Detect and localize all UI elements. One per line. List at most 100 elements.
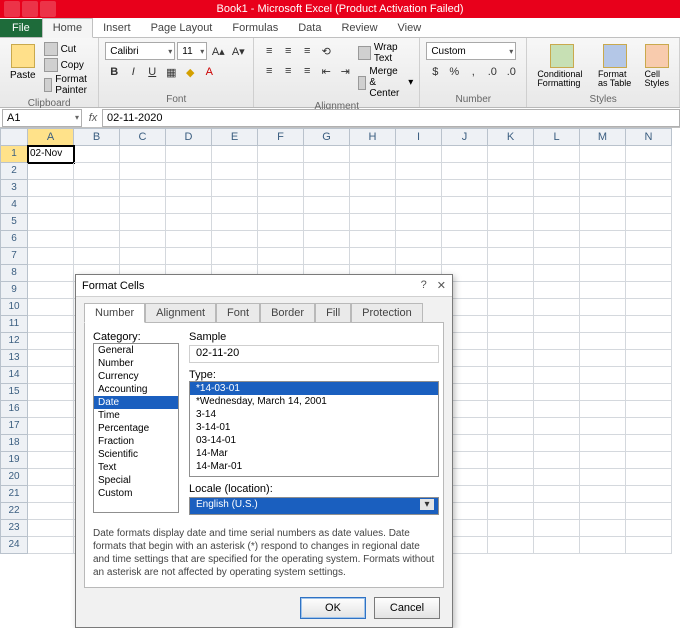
cell[interactable] (626, 418, 672, 435)
ribbon-tab-page-layout[interactable]: Page Layout (141, 19, 223, 37)
category-item[interactable]: Scientific (94, 448, 178, 461)
cell[interactable] (580, 146, 626, 163)
column-header[interactable]: F (258, 128, 304, 146)
cell[interactable] (166, 197, 212, 214)
column-header[interactable]: J (442, 128, 488, 146)
row-header[interactable]: 7 (0, 248, 28, 265)
type-item[interactable]: *Wednesday, March 14, 2001 (190, 395, 438, 408)
column-header[interactable]: B (74, 128, 120, 146)
category-item[interactable]: Time (94, 409, 178, 422)
row-header[interactable]: 20 (0, 469, 28, 486)
cell[interactable] (534, 163, 580, 180)
cell[interactable] (488, 486, 534, 503)
cell[interactable] (74, 180, 120, 197)
format-painter-button[interactable]: Format Painter (44, 74, 93, 96)
cell[interactable] (28, 384, 74, 401)
cell[interactable]: 02-Nov (28, 146, 74, 163)
row-header[interactable]: 9 (0, 282, 28, 299)
row-header[interactable]: 17 (0, 418, 28, 435)
cell[interactable] (580, 265, 626, 282)
increase-decimal-icon[interactable]: .0 (483, 63, 501, 81)
type-item[interactable]: 3-14-01 (190, 421, 438, 434)
row-header[interactable]: 4 (0, 197, 28, 214)
orientation-icon[interactable]: ⟲ (317, 42, 335, 60)
column-header[interactable]: H (350, 128, 396, 146)
cell[interactable] (442, 163, 488, 180)
cell[interactable] (258, 248, 304, 265)
row-header[interactable]: 18 (0, 435, 28, 452)
cell[interactable] (580, 384, 626, 401)
cell[interactable] (28, 418, 74, 435)
cell[interactable] (488, 418, 534, 435)
row-header[interactable]: 1 (0, 146, 28, 163)
cell[interactable] (626, 333, 672, 350)
cell[interactable] (28, 452, 74, 469)
cell[interactable] (626, 367, 672, 384)
fx-icon[interactable]: fx (84, 112, 102, 124)
wrap-text-button[interactable]: Wrap Text (358, 42, 413, 64)
cell[interactable] (28, 316, 74, 333)
cell[interactable] (580, 350, 626, 367)
category-list[interactable]: GeneralNumberCurrencyAccountingDateTimeP… (93, 343, 179, 513)
cell[interactable] (580, 282, 626, 299)
cell[interactable] (626, 316, 672, 333)
cell[interactable] (258, 197, 304, 214)
cell[interactable] (396, 231, 442, 248)
cell[interactable] (580, 401, 626, 418)
cell[interactable] (488, 520, 534, 537)
cell[interactable] (212, 180, 258, 197)
category-item[interactable]: Accounting (94, 383, 178, 396)
cell[interactable] (304, 248, 350, 265)
cell[interactable] (580, 537, 626, 554)
cell[interactable] (534, 469, 580, 486)
align-center-icon[interactable]: ≡ (279, 62, 297, 80)
cell[interactable] (28, 367, 74, 384)
cell[interactable] (350, 214, 396, 231)
align-right-icon[interactable]: ≡ (298, 62, 316, 80)
type-item[interactable]: *14-03-01 (190, 382, 438, 395)
row-header[interactable]: 12 (0, 333, 28, 350)
cell[interactable] (534, 231, 580, 248)
cell[interactable] (488, 299, 534, 316)
fill-color-button[interactable]: ◆ (181, 63, 199, 81)
cell[interactable] (626, 231, 672, 248)
row-header[interactable]: 21 (0, 486, 28, 503)
cell[interactable] (534, 180, 580, 197)
cell[interactable] (626, 163, 672, 180)
dialog-tab-protection[interactable]: Protection (351, 303, 423, 323)
row-header[interactable]: 15 (0, 384, 28, 401)
type-list[interactable]: *14-03-01*Wednesday, March 14, 20013-143… (189, 381, 439, 477)
cell[interactable] (28, 537, 74, 554)
cell[interactable] (534, 197, 580, 214)
column-header[interactable]: K (488, 128, 534, 146)
cell[interactable] (534, 316, 580, 333)
cell[interactable] (74, 197, 120, 214)
cell[interactable] (534, 248, 580, 265)
cell[interactable] (488, 163, 534, 180)
cell[interactable] (442, 146, 488, 163)
worksheet-grid[interactable]: ABCDEFGHIJKLMN 102-Nov234567891011121314… (0, 128, 680, 554)
cell[interactable] (212, 146, 258, 163)
currency-icon[interactable]: $ (426, 63, 444, 81)
font-color-button[interactable]: A (200, 63, 218, 81)
dialog-tab-border[interactable]: Border (260, 303, 315, 323)
category-item[interactable]: Date (94, 396, 178, 409)
category-item[interactable]: Custom (94, 487, 178, 500)
row-header[interactable]: 14 (0, 367, 28, 384)
format-as-table-button[interactable]: Format as Table (594, 42, 637, 90)
dialog-tab-font[interactable]: Font (216, 303, 260, 323)
cell[interactable] (28, 435, 74, 452)
column-header[interactable]: N (626, 128, 672, 146)
cell[interactable] (304, 146, 350, 163)
cell-styles-button[interactable]: Cell Styles (641, 42, 674, 90)
row-header[interactable]: 23 (0, 520, 28, 537)
cell[interactable] (626, 146, 672, 163)
cell[interactable] (212, 248, 258, 265)
cell[interactable] (442, 214, 488, 231)
column-header[interactable]: G (304, 128, 350, 146)
comma-icon[interactable]: , (464, 63, 482, 81)
cell[interactable] (258, 163, 304, 180)
cell[interactable] (120, 197, 166, 214)
row-header[interactable]: 3 (0, 180, 28, 197)
cell[interactable] (488, 503, 534, 520)
